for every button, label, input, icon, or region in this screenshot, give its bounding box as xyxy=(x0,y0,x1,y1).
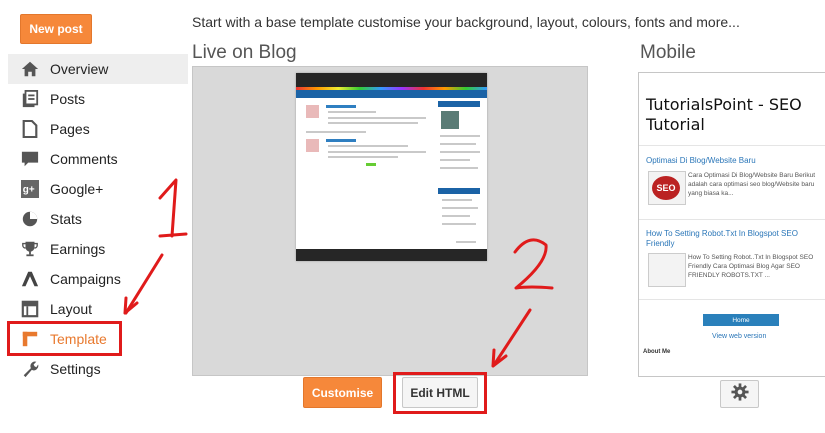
annotation-overlay xyxy=(123,178,554,368)
